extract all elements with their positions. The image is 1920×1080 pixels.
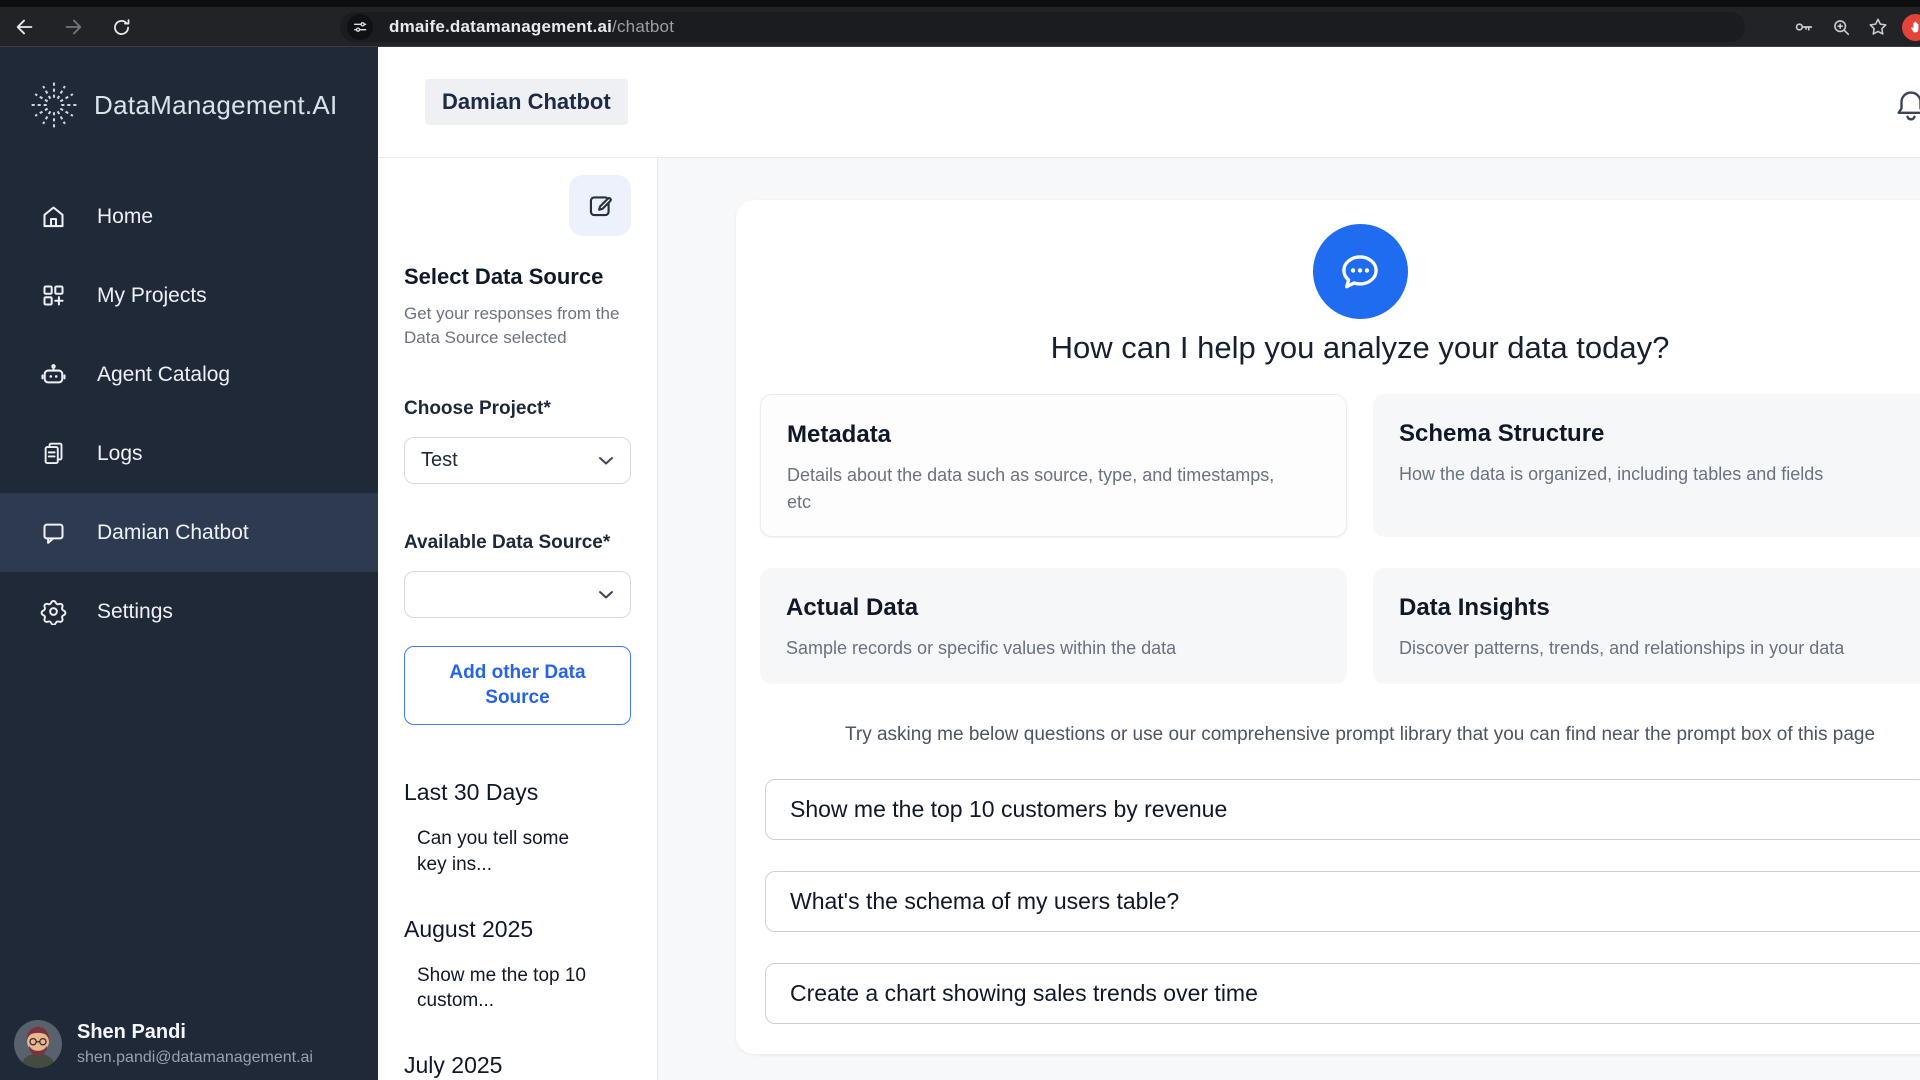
compose-icon (589, 196, 612, 217)
page-header: Damian Chatbot (378, 47, 1920, 158)
chevron-down-icon (599, 456, 613, 465)
home-icon (43, 206, 64, 228)
sidebar-item-agent-catalog[interactable]: Agent Catalog (0, 335, 378, 414)
source-select[interactable] (404, 571, 631, 619)
suggestion-sales-chart[interactable]: Create a chart showing sales trends over… (765, 963, 1920, 1024)
url-path: /chatbot (612, 17, 675, 36)
tune-icon (354, 22, 367, 32)
page-title: Damian Chatbot (425, 79, 628, 125)
logo-text: DataManagement.AI (94, 89, 338, 120)
bookmark-button[interactable] (1862, 12, 1894, 42)
logs-document-icon (44, 442, 63, 465)
card-data-insights[interactable]: Data Insights Discover patterns, trends,… (1373, 568, 1920, 684)
suggestion-list: Show me the top 10 customers by revenue … (765, 779, 1920, 1024)
url-text: dmaife.datamanagement.ai/chatbot (389, 17, 674, 37)
forward-arrow-icon (65, 19, 82, 35)
source-label: Available Data Source* (404, 532, 611, 554)
notifications-button[interactable] (1892, 87, 1920, 130)
sidebar-item-settings[interactable]: Settings (0, 572, 378, 651)
project-label: Choose Project* (404, 398, 551, 420)
extension-button[interactable] (1902, 13, 1920, 41)
new-chat-button[interactable] (569, 175, 631, 236)
sidebar-nav: Home My Projects Agent Catalog Logs Dami… (0, 177, 378, 651)
greeting-text: How can I help you analyze your data tod… (1050, 330, 1670, 365)
history-item[interactable]: Show me the top 10 custom... (417, 963, 592, 1014)
chat-bubble-icon (43, 523, 64, 544)
sidebar-item-home[interactable]: Home (0, 177, 378, 256)
sidebar-item-label: Home (97, 204, 154, 228)
datasource-description: Get your responses from the Data Source … (404, 304, 620, 348)
browser-forward-button[interactable] (56, 10, 90, 44)
robot-icon (41, 364, 66, 384)
avatar (14, 1020, 62, 1068)
datasource-panel: Select Data Source Get your responses fr… (378, 158, 658, 1080)
sidebar-item-damian-chatbot[interactable]: Damian Chatbot (0, 493, 378, 572)
chevron-down-icon (599, 590, 613, 599)
add-datasource-button[interactable]: Add other Data Source (404, 646, 631, 726)
history-section-august-2025: August 2025 (404, 915, 534, 942)
sidebar-item-label: Logs (97, 441, 143, 465)
bell-icon (1897, 91, 1920, 121)
sidebar-item-logs[interactable]: Logs (0, 414, 378, 493)
suggestion-top-customers[interactable]: Show me the top 10 customers by revenue (765, 779, 1920, 840)
star-icon (1869, 18, 1887, 35)
chat-bubble-dots-icon (1342, 254, 1378, 288)
history-section-july-2025: July 2025 (404, 1051, 503, 1078)
project-select[interactable]: Test (404, 437, 631, 485)
user-profile[interactable]: Shen Pandi shen.pandi@datamanagement.ai (0, 1010, 378, 1080)
hint-text: Try asking me below questions or use our… (844, 724, 1876, 745)
site-info-button[interactable] (347, 14, 373, 40)
magnifier-plus-icon (1833, 19, 1849, 35)
card-schema-structure[interactable]: Schema Structure How the data is organiz… (1373, 394, 1920, 537)
sidebar-item-my-projects[interactable]: My Projects (0, 256, 378, 335)
history-item[interactable]: Can you tell some key ins... (417, 826, 592, 877)
reload-icon (113, 18, 129, 35)
sidebar: DataManagement.AI Home My Projects Agent… (0, 47, 378, 1080)
chat-card: How can I help you analyze your data tod… (736, 200, 1920, 1054)
card-actual-data[interactable]: Actual Data Sample records or specific v… (760, 568, 1347, 684)
url-host: dmaife.datamanagement.ai (389, 17, 613, 36)
projects-grid-icon (43, 285, 64, 306)
datasource-heading: Select Data Source (404, 264, 604, 289)
topic-cards: Metadata Details about the data such as … (760, 394, 1920, 684)
back-arrow-icon (16, 19, 33, 35)
key-icon (1795, 23, 1813, 31)
user-email: shen.pandi@datamanagement.ai (77, 1049, 313, 1066)
card-metadata[interactable]: Metadata Details about the data such as … (760, 394, 1347, 537)
window-top-strip (0, 0, 1920, 7)
gear-icon (40, 600, 67, 625)
hand-icon (1910, 21, 1918, 33)
address-bar[interactable]: dmaife.datamanagement.ai/chatbot (340, 12, 1745, 42)
starburst-logo-icon (29, 82, 78, 128)
sidebar-item-label: Agent Catalog (97, 362, 231, 386)
history-section-last-30-days: Last 30 Days (404, 779, 539, 806)
user-name: Shen Pandi (77, 1021, 186, 1043)
chatbot-avatar (1312, 224, 1408, 319)
logo[interactable]: DataManagement.AI (0, 47, 378, 151)
project-select-value: Test (421, 449, 458, 472)
sidebar-item-label: Settings (97, 599, 173, 623)
sidebar-item-label: My Projects (97, 283, 207, 307)
browser-back-button[interactable] (8, 10, 42, 44)
password-manager-button[interactable] (1788, 12, 1820, 42)
browser-chrome: dmaife.datamanagement.ai/chatbot (0, 0, 1920, 47)
suggestion-users-schema[interactable]: What's the schema of my users table? (765, 871, 1920, 932)
chat-main: How can I help you analyze your data tod… (658, 158, 1920, 1080)
browser-reload-button[interactable] (104, 10, 138, 44)
zoom-button[interactable] (1825, 12, 1857, 42)
sidebar-item-label: Damian Chatbot (97, 520, 249, 544)
